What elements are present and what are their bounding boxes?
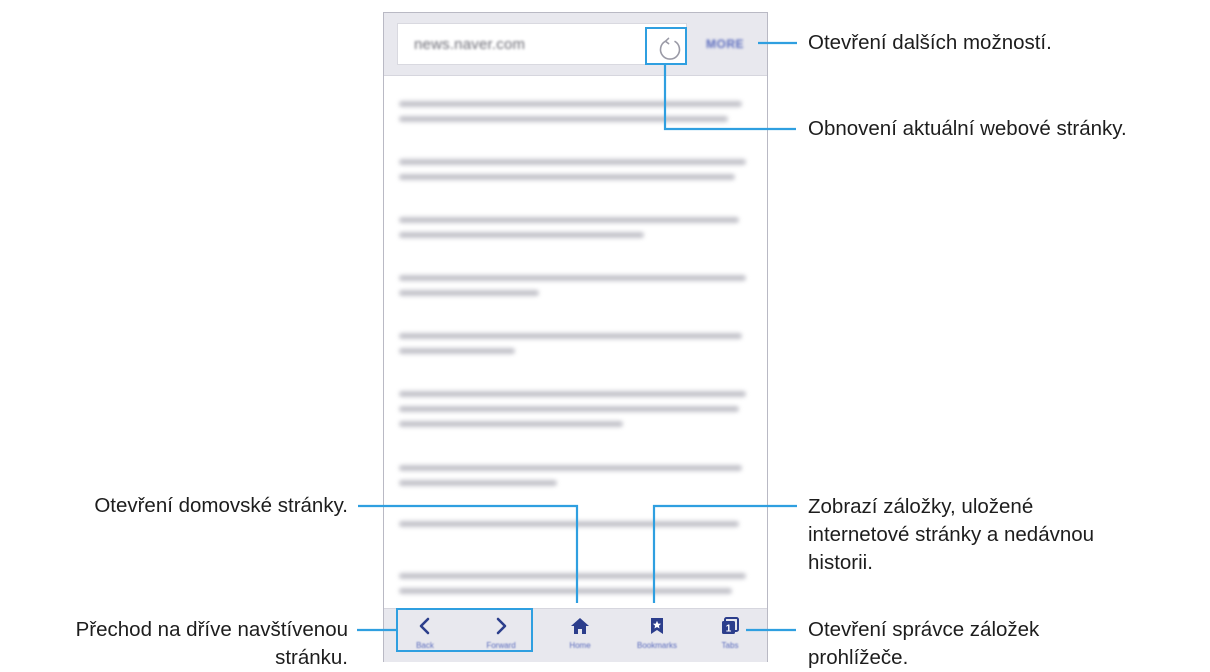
callout-back-forward-line-1: Přechod na dříve navštívenou xyxy=(75,618,348,641)
more-button[interactable]: MORE xyxy=(706,37,744,51)
callout-bookmarks-line-3: historii. xyxy=(808,551,873,574)
blurred-paragraph xyxy=(399,275,749,305)
callout-more: Otevření dalších možností. xyxy=(808,31,1052,54)
home-icon xyxy=(571,618,589,634)
bookmarks-label: Bookmarks xyxy=(636,641,677,650)
callout-home: Otevření domovské stránky. xyxy=(94,494,348,517)
callout-bookmarks: Zobrazí záložky, uložené internetové str… xyxy=(808,493,1094,577)
callout-refresh: Obnovení aktuální webové stránky. xyxy=(808,117,1127,140)
tabs-count: 1 xyxy=(726,624,732,635)
back-forward-highlight xyxy=(396,608,533,652)
phone-screen: news.naver.com MORE Back Forward Home Bo… xyxy=(383,12,768,662)
tabs-label: Tabs xyxy=(721,641,739,650)
url-field[interactable]: news.naver.com xyxy=(397,23,687,65)
callout-tabs-line-1: Otevření správce záložek xyxy=(808,618,1040,641)
bookmark-star-icon xyxy=(651,618,663,634)
blurred-paragraph xyxy=(399,217,749,247)
home-label: Home xyxy=(569,641,591,650)
callout-back-forward-line-2: stránku. xyxy=(275,646,348,669)
refresh-highlight xyxy=(645,27,687,65)
webpage-content xyxy=(384,75,767,608)
blurred-paragraph xyxy=(399,101,749,131)
callout-back-forward: Přechod na dříve navštívenou stránku. xyxy=(4,616,348,672)
blurred-paragraph xyxy=(399,159,749,189)
url-bar: news.naver.com MORE xyxy=(384,13,767,76)
callout-tabs-line-2: prohlížeče. xyxy=(808,646,909,669)
callout-bookmarks-line-1: Zobrazí záložky, uložené xyxy=(808,495,1034,518)
blurred-paragraph xyxy=(399,391,749,436)
home-button[interactable]: Home xyxy=(555,615,605,659)
callout-bookmarks-line-2: internetové stránky a nedávnou xyxy=(808,523,1095,546)
url-text: news.naver.com xyxy=(414,36,526,53)
callout-tabs: Otevření správce záložek prohlížeče. xyxy=(808,616,1039,672)
tabs-button[interactable]: 1 Tabs xyxy=(705,615,755,659)
blurred-paragraph xyxy=(399,521,749,536)
blurred-paragraph xyxy=(399,465,749,495)
blurred-paragraph xyxy=(399,333,749,363)
bookmarks-button[interactable]: Bookmarks xyxy=(632,615,682,659)
blurred-paragraph xyxy=(399,573,749,603)
tabs-icon: 1 xyxy=(722,617,739,635)
